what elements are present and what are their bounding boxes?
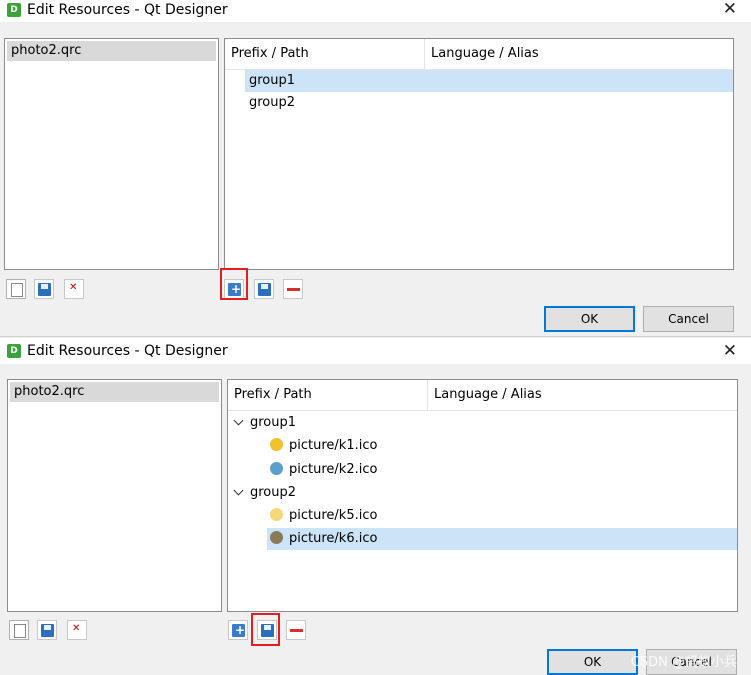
resource-file-list[interactable]: photo2.qrc <box>4 38 219 270</box>
resource-tree[interactable]: Prefix / Path Language / Alias group1 pi… <box>227 379 738 612</box>
cancel-button[interactable]: Cancel <box>643 306 734 332</box>
watermark: CSDN @蚂蚁小兵 <box>630 655 737 670</box>
ok-button[interactable]: OK <box>547 649 638 675</box>
file-path: picture/k5.ico <box>289 508 378 523</box>
tree-row-group2[interactable]: group2 <box>250 482 737 504</box>
column-prefix-path[interactable]: Prefix / Path <box>231 46 309 61</box>
edit-resources-dialog-top: D Edit Resources - Qt Designer ✕ photo2.… <box>0 0 751 336</box>
highlight-box <box>251 613 280 646</box>
highlight-box <box>220 268 248 300</box>
remove-icon[interactable] <box>286 620 306 640</box>
prefix-label: group2 <box>249 95 296 110</box>
close-icon[interactable]: ✕ <box>723 0 737 19</box>
file-path: picture/k2.ico <box>289 462 378 477</box>
chevron-down-icon[interactable] <box>233 485 244 496</box>
qt-designer-app-icon: D <box>7 344 21 358</box>
resource-file-list[interactable]: photo2.qrc <box>7 379 222 612</box>
prefix-label: group2 <box>250 485 297 500</box>
file-item-photo2-qrc[interactable]: photo2.qrc <box>7 41 216 61</box>
tree-row-k5[interactable]: picture/k5.ico <box>270 505 737 527</box>
add-files-icon[interactable] <box>254 279 274 299</box>
add-prefix-icon[interactable] <box>228 620 248 640</box>
tree-header: Prefix / Path Language / Alias <box>228 380 737 411</box>
dragonfly-icon <box>270 462 283 475</box>
close-icon[interactable]: ✕ <box>723 341 737 361</box>
window-title: Edit Resources - Qt Designer <box>27 2 228 18</box>
tree-row-k1[interactable]: picture/k1.ico <box>270 435 737 457</box>
prefix-label: group1 <box>249 73 296 88</box>
column-language-alias[interactable]: Language / Alias <box>431 46 539 61</box>
column-divider <box>427 380 428 410</box>
tree-row-group2[interactable]: group2 <box>245 92 733 114</box>
remove-icon[interactable] <box>283 279 303 299</box>
resource-tree[interactable]: Prefix / Path Language / Alias group1 gr… <box>224 38 734 270</box>
ok-button[interactable]: OK <box>544 306 635 332</box>
title-bar: D Edit Resources - Qt Designer ✕ <box>0 0 751 22</box>
tree-row-k2[interactable]: picture/k2.ico <box>270 459 737 481</box>
new-file-icon[interactable] <box>9 620 29 640</box>
file-item-photo2-qrc[interactable]: photo2.qrc <box>10 382 219 402</box>
window-title: Edit Resources - Qt Designer <box>27 343 228 359</box>
qt-designer-app-icon: D <box>7 3 21 17</box>
prefix-label: group1 <box>250 415 297 430</box>
chevron-down-icon[interactable] <box>233 415 244 426</box>
remove-file-icon[interactable] <box>64 279 84 299</box>
new-file-icon[interactable] <box>6 279 26 299</box>
column-language-alias[interactable]: Language / Alias <box>434 387 542 402</box>
bird-icon <box>270 438 283 451</box>
column-prefix-path[interactable]: Prefix / Path <box>234 387 312 402</box>
tree-row-group1[interactable]: group1 <box>245 70 733 92</box>
tree-header: Prefix / Path Language / Alias <box>225 39 733 70</box>
open-file-icon[interactable] <box>37 620 57 640</box>
open-file-icon[interactable] <box>34 279 54 299</box>
file-path: picture/k6.ico <box>289 531 378 546</box>
remove-file-icon[interactable] <box>67 620 87 640</box>
chick-icon <box>270 508 283 521</box>
tree-row-group1[interactable]: group1 <box>250 412 737 434</box>
column-divider <box>424 39 425 69</box>
edit-resources-dialog-bottom: D Edit Resources - Qt Designer ✕ photo2.… <box>0 336 751 675</box>
tree-row-k6[interactable]: picture/k6.ico <box>267 528 737 550</box>
title-bar: D Edit Resources - Qt Designer ✕ <box>0 338 751 364</box>
file-path: picture/k1.ico <box>289 438 378 453</box>
snail-icon <box>270 531 283 544</box>
